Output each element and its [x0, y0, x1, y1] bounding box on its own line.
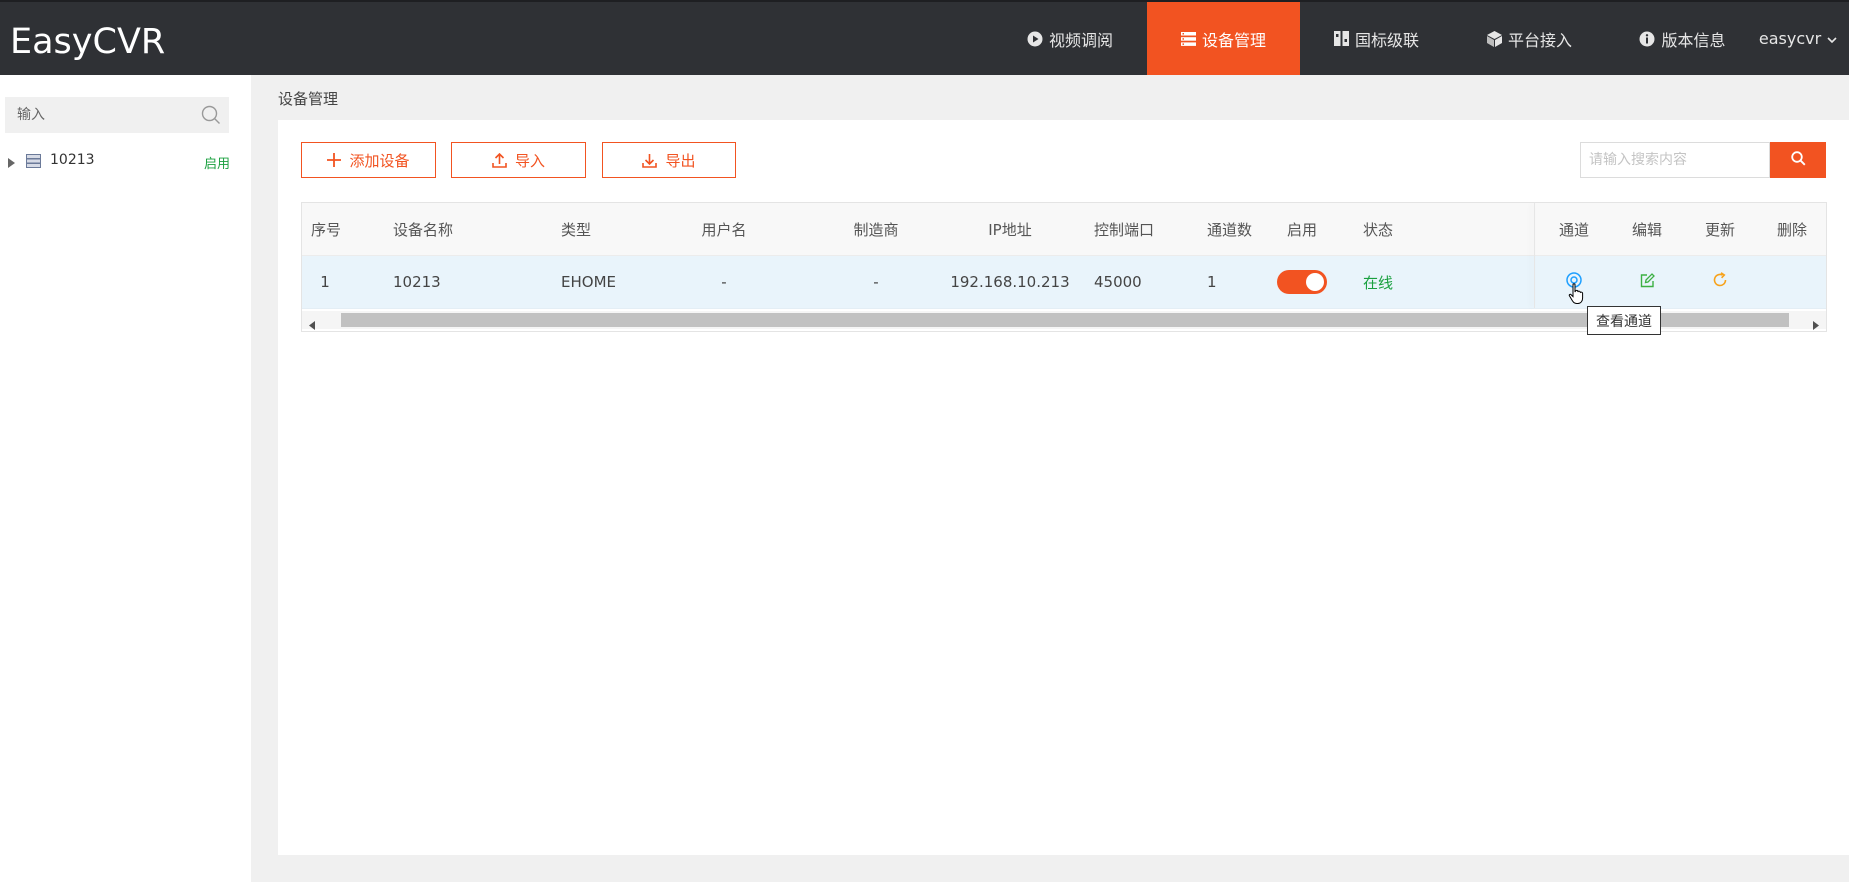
button-label: 导入	[514, 151, 545, 170]
play-circle-icon	[1027, 31, 1043, 47]
export-button[interactable]: 导出	[602, 142, 736, 178]
col-header-name[interactable]: 设备名称	[393, 203, 453, 255]
top-navbar: EasyCVR 视频调阅 设备管理 国标级联 平台接入 版本信息 easycvr	[0, 0, 1849, 75]
col-header-vendor[interactable]: 制造商	[836, 203, 916, 255]
hand-cursor-icon	[1568, 283, 1586, 309]
fixed-column-divider	[1534, 203, 1535, 308]
col-header-type[interactable]: 类型	[561, 203, 591, 255]
list-icon	[1180, 31, 1196, 46]
user-menu[interactable]: easycvr	[1759, 2, 1849, 75]
cell-update-action	[1690, 256, 1750, 308]
nav-item-version-info[interactable]: 版本信息	[1606, 2, 1759, 75]
download-icon	[642, 153, 658, 168]
cell-vendor: -	[873, 273, 879, 291]
main-panel: 添加设备 导入 导出 序号 设备名称 类型 用户名 制造商 IP地址 控制端口 …	[278, 120, 1849, 855]
search-field	[1580, 142, 1770, 178]
nav-item-gb-cascade[interactable]: 国标级联	[1300, 2, 1453, 75]
search-icon	[1790, 150, 1806, 170]
upload-icon	[492, 152, 507, 168]
nav-item-label: 设备管理	[1201, 30, 1266, 50]
cell-index: 1	[320, 273, 330, 291]
cell-ip-address: 192.168.10.213	[950, 273, 1070, 291]
nav-item-label: 视频调阅	[1048, 30, 1113, 50]
user-name: easycvr	[1758, 29, 1822, 48]
chevron-down-icon	[1827, 29, 1837, 48]
col-header-channels[interactable]: 通道数	[1207, 203, 1252, 255]
button-label: 添加设备	[349, 151, 410, 170]
app-logo[interactable]: EasyCVR	[10, 2, 165, 75]
col-header-status[interactable]: 状态	[1343, 203, 1413, 255]
cell-control-port: 45000	[1094, 273, 1142, 291]
nav-item-platform-access[interactable]: 平台接入	[1453, 2, 1606, 75]
nav-item-label: 平台接入	[1507, 30, 1572, 50]
edit-icon[interactable]	[1640, 272, 1655, 292]
nav-item-video[interactable]: 视频调阅	[993, 2, 1147, 75]
cell-enable	[1262, 256, 1342, 308]
grid-icon	[1333, 31, 1349, 46]
refresh-icon[interactable]	[1712, 272, 1728, 292]
enabled-badge: 启用	[203, 157, 230, 172]
import-button[interactable]: 导入	[451, 142, 586, 178]
nav-item-label: 版本信息	[1661, 30, 1726, 50]
scrollbar-thumb[interactable]	[341, 313, 1789, 327]
tree-node-label: 10213	[50, 152, 95, 168]
cell-channel-count: 1	[1207, 273, 1217, 291]
enable-toggle[interactable]	[1277, 270, 1327, 294]
tooltip: 查看通道	[1587, 306, 1661, 335]
col-header-edit: 编辑	[1631, 220, 1662, 239]
device-icon	[26, 154, 41, 172]
table-header: 序号 设备名称 类型 用户名 制造商 IP地址 控制端口 通道数 启用 状态 通…	[302, 203, 1826, 256]
col-header-index[interactable]: 序号	[311, 203, 341, 255]
table-row[interactable]: 1 10213 EHOME - - 192.168.10.213 45000 1…	[302, 256, 1826, 309]
col-header-enable[interactable]: 启用	[1262, 203, 1342, 255]
caret-right-icon[interactable]	[8, 156, 15, 172]
cell-device-name: 10213	[393, 273, 441, 291]
nav-item-device-management[interactable]: 设备管理	[1147, 2, 1300, 75]
breadcrumb: 设备管理	[278, 90, 339, 108]
info-icon	[1639, 31, 1655, 47]
col-header-channel: 通道	[1558, 220, 1589, 239]
tree-node-device[interactable]: 10213 启用	[0, 149, 251, 173]
cube-icon	[1486, 30, 1502, 47]
cell-username: -	[721, 273, 727, 291]
cell-type: EHOME	[561, 273, 616, 291]
search-input[interactable]	[1581, 143, 1769, 177]
plus-icon	[327, 153, 342, 167]
cell-edit-action	[1617, 256, 1677, 308]
sidebar-search-input[interactable]	[5, 97, 197, 133]
nav-item-label: 国标级联	[1354, 30, 1419, 50]
toggle-knob	[1306, 273, 1324, 291]
button-label: 导出	[665, 151, 696, 170]
col-header-port[interactable]: 控制端口	[1094, 203, 1154, 255]
col-header-username[interactable]: 用户名	[684, 203, 764, 255]
search-icon[interactable]	[201, 105, 221, 129]
status-badge: 在线	[1362, 273, 1393, 292]
sidebar: 10213 启用	[0, 75, 251, 882]
search-button[interactable]	[1770, 142, 1826, 178]
col-header-update: 更新	[1704, 220, 1735, 239]
add-device-button[interactable]: 添加设备	[301, 142, 436, 178]
cell-delete-action[interactable]	[1762, 256, 1822, 308]
scroll-right-arrow-icon[interactable]	[1813, 315, 1819, 331]
main-nav: 视频调阅 设备管理 国标级联 平台接入 版本信息 easycvr	[993, 2, 1849, 75]
scroll-left-arrow-icon[interactable]	[309, 315, 315, 331]
col-header-ip[interactable]: IP地址	[940, 203, 1080, 255]
sidebar-search	[5, 97, 229, 133]
col-header-delete: 删除	[1776, 220, 1807, 239]
